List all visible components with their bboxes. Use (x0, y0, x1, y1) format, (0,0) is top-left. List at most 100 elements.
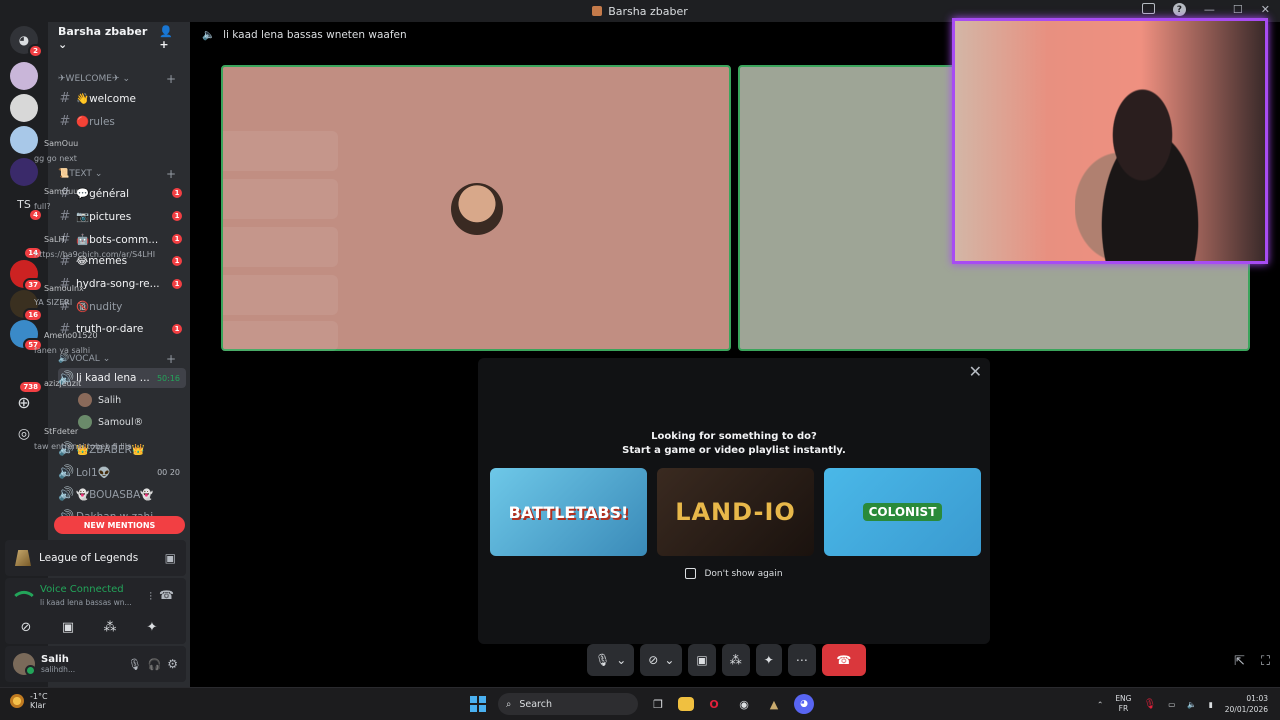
category-welcome[interactable]: ✈WELCOME✈ ⌄ + (58, 72, 180, 86)
participant-tile-1[interactable] (221, 65, 731, 351)
camera-off-icon[interactable]: ⊘ (15, 616, 37, 638)
chevron-down-icon[interactable]: ⌄ (664, 653, 674, 667)
channel-nudity[interactable]: # 🔞nudity (58, 296, 186, 316)
close-window-button[interactable]: ✕ (1261, 3, 1270, 16)
clock[interactable]: 01:03 20/01/2026 (1225, 693, 1268, 715)
taskbar-search[interactable]: ⌕ Search (498, 693, 638, 715)
dont-show-again[interactable]: Don't show again (478, 568, 990, 579)
discord-taskbar-icon[interactable]: ◕ (794, 694, 814, 714)
speaker-icon: 🔊 (58, 486, 75, 502)
voice-user-samoul[interactable]: Samoul® (78, 413, 178, 431)
microphone-icon[interactable]: 🎙 (128, 658, 142, 671)
server-icon-2[interactable] (10, 94, 38, 122)
hang-up-icon: ☎ (836, 653, 852, 667)
minimize-button[interactable]: — (1204, 3, 1215, 16)
server-header[interactable]: Barsha zbaber ⌄ 👤+ (48, 22, 190, 54)
activities-button[interactable]: ⁂ (721, 644, 750, 676)
new-mentions-button[interactable]: NEW MENTIONS (54, 516, 185, 534)
create-channel-icon[interactable]: + (166, 167, 176, 181)
chrome-icon[interactable]: ◉ (734, 694, 754, 714)
more-button[interactable]: ⋯ (787, 644, 816, 676)
settings-gear-icon[interactable]: ⚙ (167, 657, 178, 671)
game-card-battletabs[interactable]: BATTLETABS! (490, 468, 647, 556)
voice-user-salih[interactable]: Salih (78, 391, 178, 409)
close-icon[interactable]: ✕ (969, 362, 982, 381)
battery-icon[interactable]: ▮ (1209, 700, 1213, 709)
channel-pictures[interactable]: # 📷pictures 1 (58, 206, 186, 226)
game-card-colonist[interactable]: COLONIST (824, 468, 981, 556)
overlay-username: Ameno01520 (44, 331, 98, 340)
volume-icon[interactable]: 🔈 (1187, 700, 1196, 709)
popout-icon[interactable]: ⇱ (1234, 654, 1245, 669)
call-channel-name: li kaad lena bassas wneten waafen (223, 28, 407, 41)
voice-status[interactable]: Voice Connected (40, 584, 124, 595)
share-screen-button[interactable]: ▣ (688, 644, 716, 676)
voice-channel-bouasba[interactable]: 🔊 👻BOUASBA👻 (58, 484, 186, 504)
noise-suppression-icon[interactable]: ⫶ (149, 590, 152, 604)
channel-welcome[interactable]: # 👋welcome (58, 88, 186, 108)
channel-bots-commands[interactable]: # 🤖bots-comm... 1 (58, 229, 186, 249)
task-view-icon[interactable]: ❐ (648, 694, 668, 714)
user-info[interactable]: Salih salihdh... (41, 654, 75, 674)
headphones-icon[interactable]: 🎧 (148, 658, 162, 671)
game-title: BATTLETABS! (508, 502, 629, 522)
screen-share-icon[interactable]: ▣ (165, 551, 176, 565)
weather-widget[interactable]: -1°C Klar (10, 692, 48, 710)
language-indicator[interactable]: ENG FR (1115, 694, 1131, 714)
network-icon[interactable]: ▭ (1168, 700, 1175, 709)
taskbar-apps: ⌕ Search ❐ O ◉ ▲ ◕ (468, 693, 814, 715)
file-explorer-icon[interactable] (678, 697, 694, 711)
disconnect-button[interactable]: ☎ (821, 644, 866, 676)
create-channel-icon[interactable]: + (166, 72, 176, 86)
invite-icon[interactable]: 👤+ (159, 25, 182, 51)
league-client-icon[interactable]: ▲ (764, 694, 784, 714)
hash-icon: # (59, 208, 71, 224)
server-icon-10[interactable]: 738 (10, 362, 43, 394)
activities-icon[interactable]: ⁂ (99, 616, 121, 638)
opera-icon[interactable]: O (704, 694, 724, 714)
server-icon-7[interactable]: 37 (10, 260, 43, 292)
share-screen-icon[interactable]: ▣ (57, 616, 79, 638)
tray-overflow-icon[interactable]: ⌃ (1097, 700, 1103, 709)
game-card-land-io[interactable]: LAND-IO (657, 468, 814, 556)
view-controls: ⇱ ⛶ (1234, 654, 1270, 669)
soundboard-icon[interactable]: ✦ (141, 616, 163, 638)
activity-panel[interactable]: League of Legends ▣ (5, 540, 186, 576)
server-icon-3[interactable] (10, 126, 38, 154)
search-icon: ⌕ (506, 698, 512, 710)
camera-button[interactable]: ⊘ ⌄ (640, 644, 683, 676)
disconnect-icon[interactable]: ☎ (159, 588, 174, 602)
ellipsis-icon: ⋯ (795, 653, 808, 667)
user-avatar[interactable] (13, 653, 36, 676)
mention-badge: 1 (172, 234, 182, 244)
category-label: ✈WELCOME✈ (58, 74, 120, 84)
start-button[interactable] (468, 694, 488, 714)
soundboard-button[interactable]: ✦ (755, 644, 782, 676)
help-icon[interactable]: ? (1172, 3, 1186, 16)
voice-channel-link[interactable]: li kaad lena bassas wn... (40, 598, 132, 607)
microphone-icon: 🎙 (595, 653, 611, 667)
lang-1: ENG (1115, 694, 1132, 703)
user-panel: Salih salihdh... 🎙 🎧 ⚙ (5, 646, 186, 682)
channel-rules[interactable]: # 🔴rules (58, 111, 186, 131)
overlay-username: azizjeuzit (44, 379, 82, 388)
avatar (78, 393, 92, 407)
mute-button[interactable]: 🎙 ⌄ (587, 644, 635, 676)
fullscreen-icon[interactable]: ⛶ (1261, 654, 1270, 669)
microphone-tray-icon[interactable]: 🎙 (1143, 699, 1156, 710)
inbox-icon[interactable] (1141, 3, 1155, 14)
discord-home-button[interactable]: ◕ 2 (10, 26, 43, 58)
maximize-button[interactable]: ☐ (1233, 3, 1243, 16)
category-vocal[interactable]: 🔊VOCAL ⌄ + (58, 352, 180, 366)
chevron-down-icon[interactable]: ⌄ (616, 653, 626, 667)
game-title: COLONIST (862, 503, 943, 521)
clock-time: 01:03 (1246, 694, 1268, 703)
create-channel-icon[interactable]: + (166, 352, 176, 366)
checkbox[interactable] (685, 568, 697, 579)
server-icon-9[interactable]: 57 (10, 320, 43, 352)
add-server-button[interactable]: ⊕ (10, 388, 38, 416)
system-tray: ⌃ ENG FR 🎙 ▭ 🔈 ▮ 01:03 20/01/2026 (1097, 693, 1268, 715)
category-text[interactable]: 📜TEXT ⌄ + (58, 167, 180, 181)
voice-channel-lol1[interactable]: 🔊 Lol1👽 00 20 (58, 462, 186, 482)
server-icon-1[interactable] (10, 62, 38, 90)
